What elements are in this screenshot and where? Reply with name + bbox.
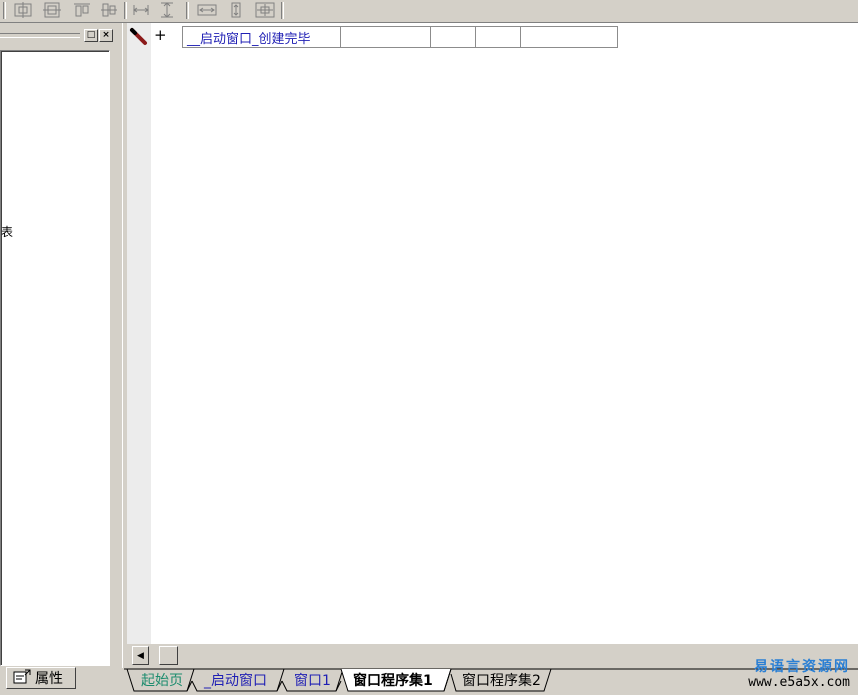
toolbar-separator bbox=[3, 2, 6, 19]
toolbar-separator bbox=[124, 2, 127, 19]
table-cell[interactable] bbox=[520, 26, 618, 48]
tab-window1[interactable]: 窗口1 bbox=[294, 670, 331, 692]
close-button[interactable]: × bbox=[99, 29, 113, 42]
horizontal-scrollbar[interactable]: ◀ bbox=[127, 644, 858, 666]
alignment-toolbar bbox=[0, 0, 858, 23]
space-horizontal-icon[interactable] bbox=[197, 1, 217, 19]
properties-icon bbox=[13, 669, 31, 687]
tab-startup-window[interactable]: _启动窗口 bbox=[204, 670, 267, 692]
tab-window-assembly-2[interactable]: 窗口程序集2 bbox=[462, 670, 541, 692]
panel-text-fragment: 表 bbox=[1, 225, 14, 239]
align-top-icon[interactable] bbox=[72, 1, 92, 19]
toolbar-separator bbox=[186, 2, 189, 19]
center-form-icon[interactable] bbox=[255, 1, 275, 19]
editor-gutter bbox=[127, 23, 151, 644]
panel-grip[interactable] bbox=[0, 33, 80, 38]
subroutine-header-table: __启动窗口_创建完毕 bbox=[182, 26, 618, 48]
space-vertical-icon[interactable] bbox=[226, 1, 246, 19]
tab-properties[interactable]: 属性 bbox=[6, 667, 76, 689]
table-cell[interactable] bbox=[475, 26, 521, 48]
subroutine-name: __启动窗口_创建完毕 bbox=[187, 31, 311, 47]
scroll-thumb[interactable] bbox=[159, 646, 178, 665]
table-row: __启动窗口_创建完毕 bbox=[182, 26, 618, 48]
table-cell[interactable] bbox=[340, 26, 431, 48]
property-panel: □ × 表 bbox=[0, 23, 122, 667]
table-cell[interactable] bbox=[430, 26, 476, 48]
tab-window-assembly-1[interactable]: 窗口程序集1 bbox=[353, 670, 433, 692]
panel-header: □ × bbox=[0, 27, 118, 42]
tab-properties-label: 属性 bbox=[35, 671, 63, 687]
center-horizontal-icon[interactable] bbox=[13, 1, 33, 19]
same-height-icon[interactable] bbox=[157, 1, 177, 19]
same-width-icon[interactable] bbox=[131, 1, 151, 19]
scroll-left-button[interactable]: ◀ bbox=[132, 646, 149, 665]
center-vertical-icon[interactable] bbox=[42, 1, 62, 19]
tab-start-page[interactable]: 起始页 bbox=[141, 670, 183, 692]
align-middle-icon[interactable] bbox=[99, 1, 119, 19]
expand-toggle[interactable]: + bbox=[154, 26, 167, 44]
pencil-icon bbox=[130, 28, 147, 45]
toolbar-separator bbox=[281, 2, 284, 19]
close-icon: × bbox=[102, 30, 110, 40]
arrow-left-icon: ◀ bbox=[137, 650, 144, 661]
subroutine-name-cell[interactable]: __启动窗口_创建完毕 bbox=[182, 26, 341, 48]
code-editor[interactable]: + __启动窗口_创建完毕 bbox=[127, 23, 858, 644]
restore-icon: □ bbox=[86, 30, 96, 40]
watermark-title: 易语言资源网 bbox=[754, 659, 850, 675]
panel-content: 表 bbox=[0, 50, 110, 666]
restore-button[interactable]: □ bbox=[84, 29, 98, 42]
watermark-url: www.e5a5x.com bbox=[748, 675, 850, 690]
